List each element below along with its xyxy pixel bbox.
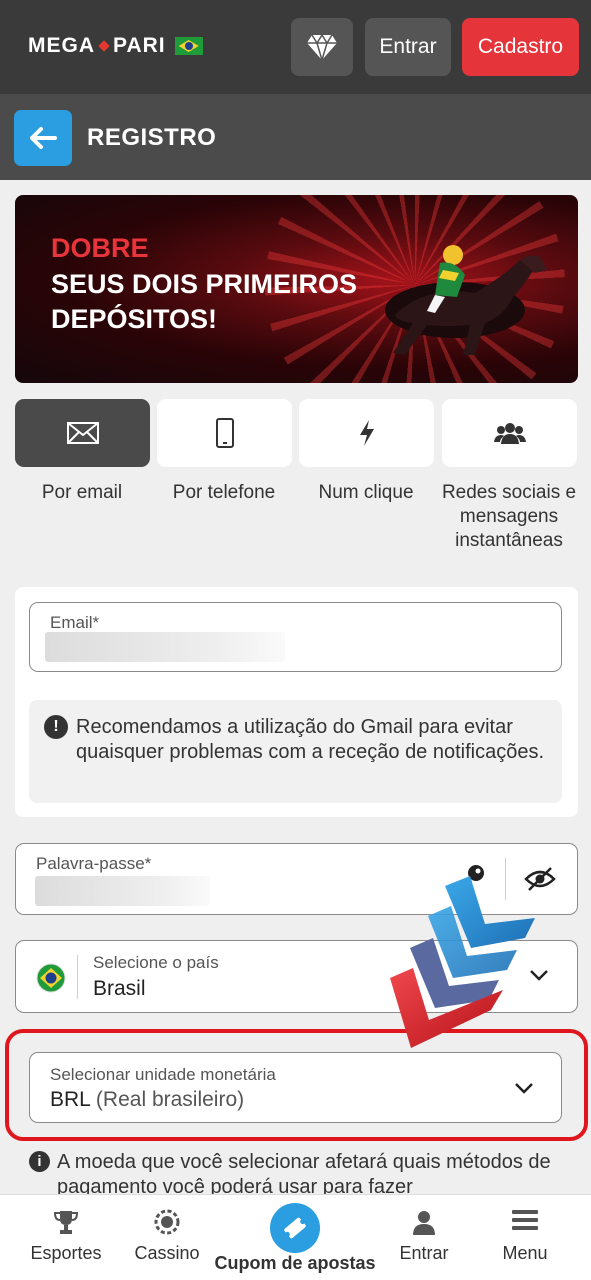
nav-menu[interactable]: Menu [475, 1195, 575, 1280]
back-button[interactable] [14, 110, 72, 166]
tab-by-phone[interactable] [157, 399, 292, 467]
banner-subline: SEUS DOIS PRIMEIROS DEPÓSITOS! [51, 269, 358, 334]
currency-name: (Real brasileiro) [95, 1088, 245, 1111]
tab-label-social: Redes sociais e mensagens instantâneas [441, 482, 577, 551]
currency-notice-text: A moeda que você selecionar afetará quai… [57, 1151, 551, 1198]
tab-label-one-click: Num clique [318, 482, 414, 503]
tab-by-email[interactable] [15, 399, 150, 467]
currency-value: BRL (Real brasileiro) [50, 1088, 244, 1112]
tab-one-click[interactable] [299, 399, 434, 467]
phone-icon [215, 418, 234, 448]
promo-banner[interactable]: DOBRE SEUS DOIS PRIMEIROS DEPÓSITOS! [15, 195, 578, 383]
tab-label-phone: Por telefone [172, 482, 276, 503]
racehorse-illustration [385, 245, 547, 355]
brazil-flag-icon [174, 37, 203, 55]
hamburger-menu-icon [512, 1210, 538, 1230]
country-value: Brasil [93, 977, 146, 1000]
email-value-redacted [45, 632, 285, 662]
login-button[interactable]: Entrar [365, 18, 451, 76]
gmail-notice-text: Recomendamos a utilização do Gmail para … [76, 716, 545, 763]
exclamation-icon: ! [44, 715, 68, 739]
pointer-arrows-graphic [390, 876, 535, 1048]
ticket-icon [284, 1217, 306, 1239]
diamond-icon [307, 33, 337, 61]
nav-sports[interactable]: Esportes [16, 1195, 116, 1280]
register-button[interactable]: Cadastro [462, 18, 579, 76]
nav-bet-slip-label: Cupom de apostas [214, 1253, 376, 1273]
email-field-label: Email* [50, 613, 100, 632]
tab-social[interactable] [442, 399, 577, 467]
nav-login-label: Entrar [399, 1243, 449, 1263]
logo-text-left: MEGA [28, 34, 95, 57]
banner-headline: DOBRE [51, 233, 149, 263]
tab-label-email: Por email [41, 482, 123, 503]
chevron-down-icon [515, 1083, 533, 1094]
megapari-logo[interactable]: MEGA PARI [28, 34, 203, 58]
nav-casino[interactable]: Cassino [117, 1195, 217, 1280]
user-icon [413, 1211, 435, 1235]
page-title: REGISTRO [87, 124, 217, 151]
nav-login[interactable]: Entrar [374, 1195, 474, 1280]
arrow-left-icon [30, 127, 57, 149]
casino-chip-icon [154, 1209, 180, 1235]
password-value-redacted [35, 876, 210, 906]
users-icon [493, 423, 526, 444]
currency-field-label: Selecionar unidade monetária [50, 1065, 276, 1084]
gmail-notice: ! Recomendamos a utilização do Gmail par… [29, 700, 562, 803]
email-field[interactable]: Email* [29, 602, 562, 672]
trophy-icon [53, 1211, 79, 1234]
country-divider [77, 955, 78, 999]
nav-sports-label: Esportes [30, 1243, 102, 1263]
page-titlebar: REGISTRO [0, 94, 591, 180]
top-header: MEGA PARI Entrar Cadastro [0, 0, 591, 94]
currency-select[interactable]: Selecionar unidade monetária BRL (Real b… [29, 1052, 562, 1123]
lightning-icon [359, 420, 374, 446]
nav-casino-label: Cassino [134, 1243, 200, 1263]
bet-slip-badge [270, 1203, 320, 1253]
bonus-button[interactable] [291, 18, 353, 76]
currency-code: BRL [50, 1088, 91, 1111]
logo-text-right: PARI [113, 34, 166, 57]
country-field-label: Selecione o país [93, 953, 219, 972]
brazil-flag-icon [36, 963, 66, 993]
password-field-label: Palavra-passe* [36, 854, 152, 873]
info-icon: i [29, 1151, 50, 1172]
logo-separator [98, 40, 110, 52]
nav-menu-label: Menu [502, 1243, 548, 1263]
bottom-navigation: Esportes Cassino Cupom de apostas Entrar [0, 1194, 591, 1280]
nav-bet-slip[interactable]: Cupom de apostas [210, 1195, 380, 1280]
envelope-icon [66, 422, 99, 444]
